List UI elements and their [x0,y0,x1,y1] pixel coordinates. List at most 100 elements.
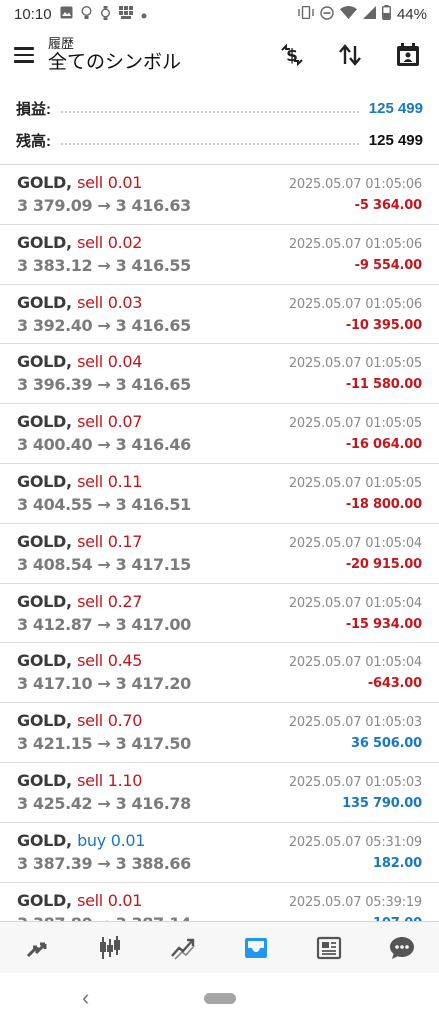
symbol-name: GOLD, [17,890,72,910]
nav-messages[interactable] [366,922,439,974]
deal-profit: -9 554.00 [354,257,423,273]
balance-label: 残高: [16,132,51,150]
sort-icon [339,44,361,66]
deal-side: sell 0.01 [77,173,143,192]
battery-icon [381,5,391,23]
profit-row: 損益: 125 499 [0,92,439,124]
deal-prices: 3 412.87 → 3 417.00 [17,614,191,634]
deal-profit: -15 934.00 [345,616,422,632]
deal-list[interactable]: GOLD, sell 0.01 3 379.09 → 3 416.63 2025.0… [0,165,439,921]
symbol-name: GOLD, [17,352,72,372]
deal-time: 2025.05.07 05:39:19 [288,894,422,910]
deal-side: sell 0.45 [77,651,143,671]
nav-quotes[interactable] [0,922,73,974]
deal-symbol: GOLD, sell 0.02 [17,233,142,252]
deal-row[interactable]: GOLD, sell 0.02 3 383.12 → 3 416.55 2025.0… [0,225,439,285]
deal-time: 2025.05.07 01:05:03 [288,715,422,731]
deal-side: sell 0.03 [77,292,143,312]
deal-symbol: GOLD, sell 1.10 [17,771,142,790]
deal-time: 2025.05.07 01:05:05 [288,356,422,372]
deal-time: 2025.05.07 01:05:05 [288,416,422,432]
sort-button[interactable] [333,38,367,72]
balance-value: 125 499 [368,131,423,149]
battery-percent: 44% [396,5,427,23]
deal-prices: 3 417.10 → 3 417.20 [17,674,191,694]
symbol-name: GOLD, [17,412,72,432]
deal-row[interactable]: GOLD, sell 0.07 3 400.40 → 3 416.46 2025.0… [0,404,439,464]
deal-row[interactable]: GOLD, sell 0.04 3 396.39 → 3 416.65 2025.0… [0,344,439,405]
deal-time: 2025.05.07 01:05:04 [288,535,422,551]
profit-value: 125 499 [368,99,423,117]
nav-news[interactable] [293,922,366,974]
nav-trade[interactable] [146,922,219,974]
status-right: 44% [298,5,427,23]
deal-symbol: GOLD, sell 0.70 [17,711,142,730]
symbol-name: GOLD, [17,173,72,192]
deal-side: sell 0.02 [77,232,143,252]
deal-prices: 3 396.39 → 3 416.65 [17,375,191,395]
back-button[interactable]: ‹ [82,985,89,1011]
deal-row[interactable]: GOLD, sell 0.70 3 421.15 → 3 417.50 2025.0… [0,703,439,763]
deal-time: 2025.05.07 05:31:09 [288,834,422,850]
deposit-filter-button[interactable]: $ [275,38,309,72]
deal-prices: 3 425.42 → 3 416.78 [17,793,191,813]
app-bar: 履歴 全てのシンボル $ [0,28,439,82]
title-block: 履歴 全てのシンボル [48,36,181,75]
deal-row[interactable]: GOLD, sell 0.01 3 379.09 → 3 416.63 2025.0… [0,165,439,225]
deal-symbol: GOLD, sell 0.01 [17,173,142,192]
trend-icon [171,938,195,960]
deal-prices: 3 400.40 → 3 416.46 [17,435,191,455]
deal-row[interactable]: GOLD, sell 0.17 3 408.54 → 3 417.15 2025.0… [0,524,439,584]
deal-time: 2025.05.07 01:05:03 [288,774,422,790]
nav-history[interactable] [220,922,293,974]
deal-row[interactable]: GOLD, sell 0.01 3 387.80 → 3 387.14 2025.0… [0,883,439,921]
toolbar: $ [275,38,425,72]
system-nav: ‹ [0,973,439,1024]
home-pill[interactable] [204,993,236,1004]
dnd-icon [320,5,334,23]
deal-symbol: GOLD, sell 0.07 [17,412,142,431]
deal-prices: 3 387.80 → 3 387.14 [17,914,191,921]
menu-icon[interactable] [14,47,36,63]
symbol-name: GOLD, [17,651,72,671]
deal-row[interactable]: GOLD, sell 0.45 3 417.10 → 3 417.20 2025.0… [0,643,439,704]
deal-side: sell 0.70 [77,711,143,731]
deal-side: sell 0.01 [77,890,143,910]
symbol-name: GOLD, [17,770,72,790]
deal-profit: -643.00 [367,676,422,692]
deal-time: 2025.05.07 01:05:06 [288,177,422,192]
deal-profit: -5 364.00 [354,198,423,213]
calendar-button[interactable] [391,38,425,72]
deal-time: 2025.05.07 01:05:05 [288,475,422,491]
deal-row[interactable]: GOLD, sell 0.27 3 412.87 → 3 417.00 2025.0… [0,584,439,644]
deal-row[interactable]: GOLD, sell 1.10 3 425.42 → 3 416.78 2025.0… [0,763,439,823]
deal-prices: 3 392.40 → 3 416.65 [17,315,191,335]
symbol-name: GOLD, [17,232,72,252]
page-title[interactable]: 全てのシンボル [48,51,181,75]
profit-label: 損益: [16,100,51,118]
image-icon [60,6,73,22]
symbol-name: GOLD, [17,292,72,312]
deal-side: sell 1.10 [77,770,143,790]
deal-symbol: GOLD, sell 0.01 [17,891,142,910]
deal-time: 2025.05.07 01:05:04 [288,595,422,611]
deal-prices: 3 408.54 → 3 417.15 [17,554,191,574]
deal-prices: 3 379.09 → 3 416.63 [17,196,191,215]
symbol-name: GOLD, [17,531,72,551]
deal-prices: 3 404.55 → 3 416.51 [17,494,191,514]
deal-row[interactable]: GOLD, buy 0.01 3 387.39 → 3 388.66 2025.05… [0,823,439,883]
deal-side: sell 0.11 [77,471,143,491]
symbol-name: GOLD, [17,591,72,611]
deal-symbol: GOLD, buy 0.01 [17,831,145,850]
deal-row[interactable]: GOLD, sell 0.03 3 392.40 → 3 416.65 2025.0… [0,285,439,345]
deal-prices: 3 421.15 → 3 417.50 [17,734,191,754]
deal-symbol: GOLD, sell 0.03 [17,293,142,312]
dot-icon [141,7,147,22]
nav-chart[interactable] [73,922,146,974]
candlestick-icon [99,936,120,959]
deal-row[interactable]: GOLD, sell 0.11 3 404.55 → 3 416.51 2025.0… [0,464,439,524]
wifi-icon [339,6,357,22]
deal-symbol: GOLD, sell 0.45 [17,651,142,670]
deal-side: sell 0.17 [77,531,143,551]
symbol-name: GOLD, [17,830,72,850]
